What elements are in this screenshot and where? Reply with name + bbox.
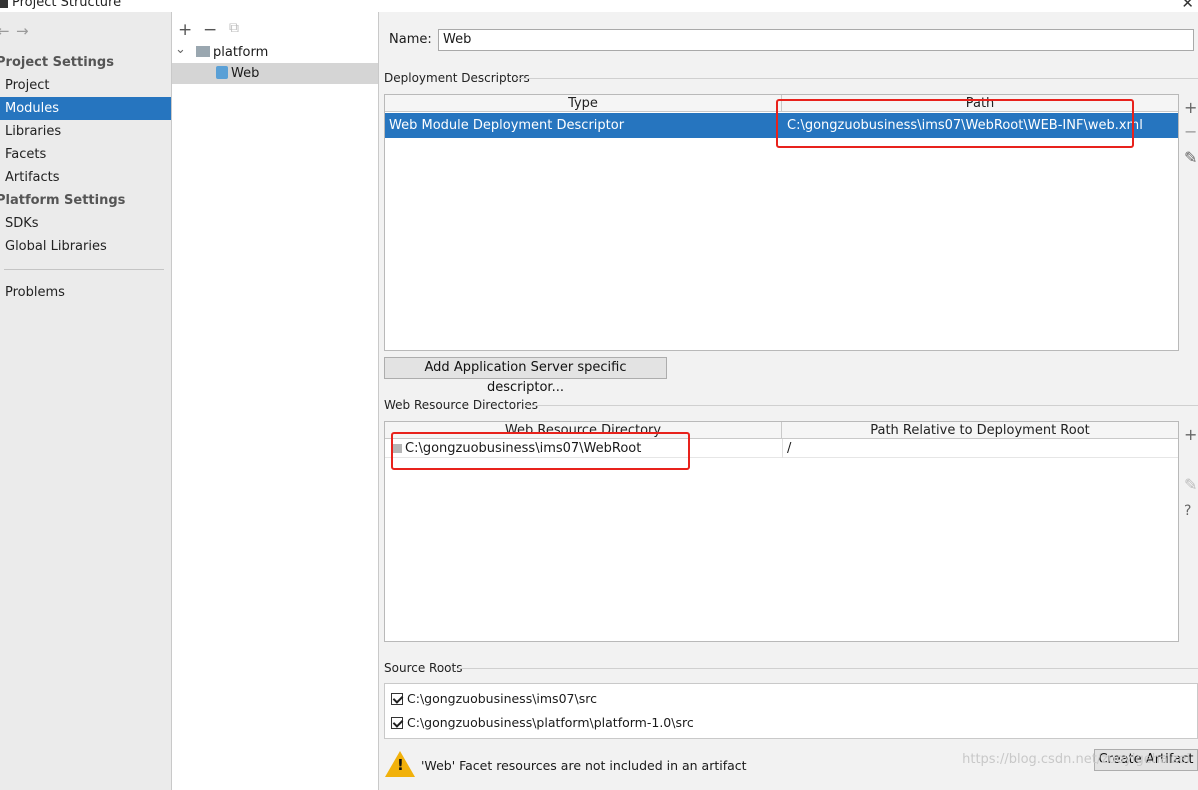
deployment-descriptors-table: Type Path Web Module Deployment Descript…: [384, 94, 1179, 351]
column-separator: [782, 439, 783, 458]
app-icon: [0, 0, 8, 8]
nav-item-modules[interactable]: Modules: [0, 97, 171, 120]
deployment-descriptors-title: Deployment Descriptors: [384, 71, 530, 85]
source-roots-list: C:\gongzuobusiness\ims07\src C:\gongzuob…: [384, 683, 1198, 739]
chevron-down-icon[interactable]: ⌄: [175, 39, 186, 60]
web-resource-directories-table: Web Resource Directory Path Relative to …: [384, 421, 1179, 642]
add-icon[interactable]: +: [1184, 425, 1197, 444]
forward-arrow-icon[interactable]: →: [16, 22, 29, 40]
name-label: Name:: [389, 32, 432, 47]
descriptor-path: C:\gongzuobusiness\ims07\WebRoot\WEB-INF…: [787, 118, 1143, 133]
table-header: Web Resource Directory Path Relative to …: [385, 422, 1178, 439]
nav-item-facets[interactable]: Facets: [0, 143, 171, 166]
tree-node-label: platform: [213, 45, 269, 60]
source-root-checkbox[interactable]: [391, 693, 403, 705]
tree-node-platform[interactable]: ⌄ platform: [172, 42, 378, 63]
folder-icon: [196, 46, 210, 57]
edit-icon[interactable]: ✎: [1184, 475, 1197, 494]
column-header-path[interactable]: Path: [782, 95, 1178, 112]
resource-directory-path: C:\gongzuobusiness\ims07\WebRoot: [405, 441, 642, 456]
group-divider: [458, 668, 1198, 669]
source-root-path: C:\gongzuobusiness\platform\platform-1.0…: [407, 715, 694, 730]
group-divider: [517, 78, 1198, 79]
column-header-type[interactable]: Type: [385, 95, 782, 112]
back-arrow-icon[interactable]: ←: [0, 22, 10, 40]
web-resource-directories-title: Web Resource Directories: [384, 398, 538, 412]
module-tree: + − ⧉ ⌄ platform Web: [172, 12, 379, 790]
tree-toolbar: + − ⧉: [172, 20, 378, 42]
source-root-path: C:\gongzuobusiness\ims07\src: [407, 691, 597, 706]
list-item[interactable]: C:\gongzuobusiness\ims07\src: [391, 688, 597, 710]
copy-icon[interactable]: ⧉: [229, 20, 239, 36]
column-header-relative-path[interactable]: Path Relative to Deployment Root: [782, 422, 1178, 439]
edit-icon[interactable]: ✎: [1184, 148, 1197, 167]
descriptor-type: Web Module Deployment Descriptor: [389, 118, 625, 133]
tree-node-web[interactable]: Web: [172, 63, 378, 84]
add-server-descriptor-button[interactable]: Add Application Server specific descript…: [384, 357, 667, 395]
tree-node-label: Web: [231, 66, 260, 81]
nav-item-project[interactable]: Project: [0, 74, 171, 97]
table-header: Type Path: [385, 95, 1178, 112]
add-icon[interactable]: +: [178, 20, 192, 40]
table-row[interactable]: Web Module Deployment Descriptor C:\gong…: [385, 113, 1178, 138]
window-title: Project Structure: [12, 0, 122, 10]
nav-divider: [4, 269, 164, 270]
warning-exclamation: !: [397, 756, 404, 774]
web-module-icon: [216, 66, 228, 79]
column-header-directory[interactable]: Web Resource Directory: [385, 422, 782, 439]
relative-path: /: [787, 441, 792, 456]
folder-icon: [391, 444, 402, 453]
nav-item-artifacts[interactable]: Artifacts: [0, 166, 171, 189]
settings-nav: ← → Project Settings Project Modules Lib…: [0, 12, 172, 790]
name-field[interactable]: Web: [438, 29, 1194, 51]
watermark: https://blog.csdn.net/zuoyigehaizei: [962, 752, 1190, 767]
close-icon[interactable]: ✕: [1181, 0, 1194, 12]
remove-icon[interactable]: −: [203, 20, 217, 40]
nav-item-libraries[interactable]: Libraries: [0, 120, 171, 143]
warning-message: 'Web' Facet resources are not included i…: [421, 758, 747, 773]
nav-item-global-libraries[interactable]: Global Libraries: [0, 235, 171, 258]
source-root-checkbox[interactable]: [391, 717, 403, 729]
source-roots-title: Source Roots: [384, 661, 463, 675]
add-icon[interactable]: +: [1184, 98, 1197, 117]
module-settings-panel: Name: Web Deployment Descriptors Type Pa…: [379, 12, 1198, 790]
nav-item-sdks[interactable]: SDKs: [0, 212, 171, 235]
remove-icon[interactable]: −: [1184, 122, 1197, 141]
nav-item-problems[interactable]: Problems: [0, 281, 171, 304]
title-bar: Project Structure ✕: [0, 0, 1198, 12]
list-item[interactable]: C:\gongzuobusiness\platform\platform-1.0…: [391, 712, 694, 734]
group-divider: [525, 405, 1198, 406]
project-settings-heading: Project Settings: [0, 55, 114, 70]
help-icon[interactable]: ?: [1184, 503, 1191, 519]
platform-settings-heading: Platform Settings: [0, 193, 126, 208]
